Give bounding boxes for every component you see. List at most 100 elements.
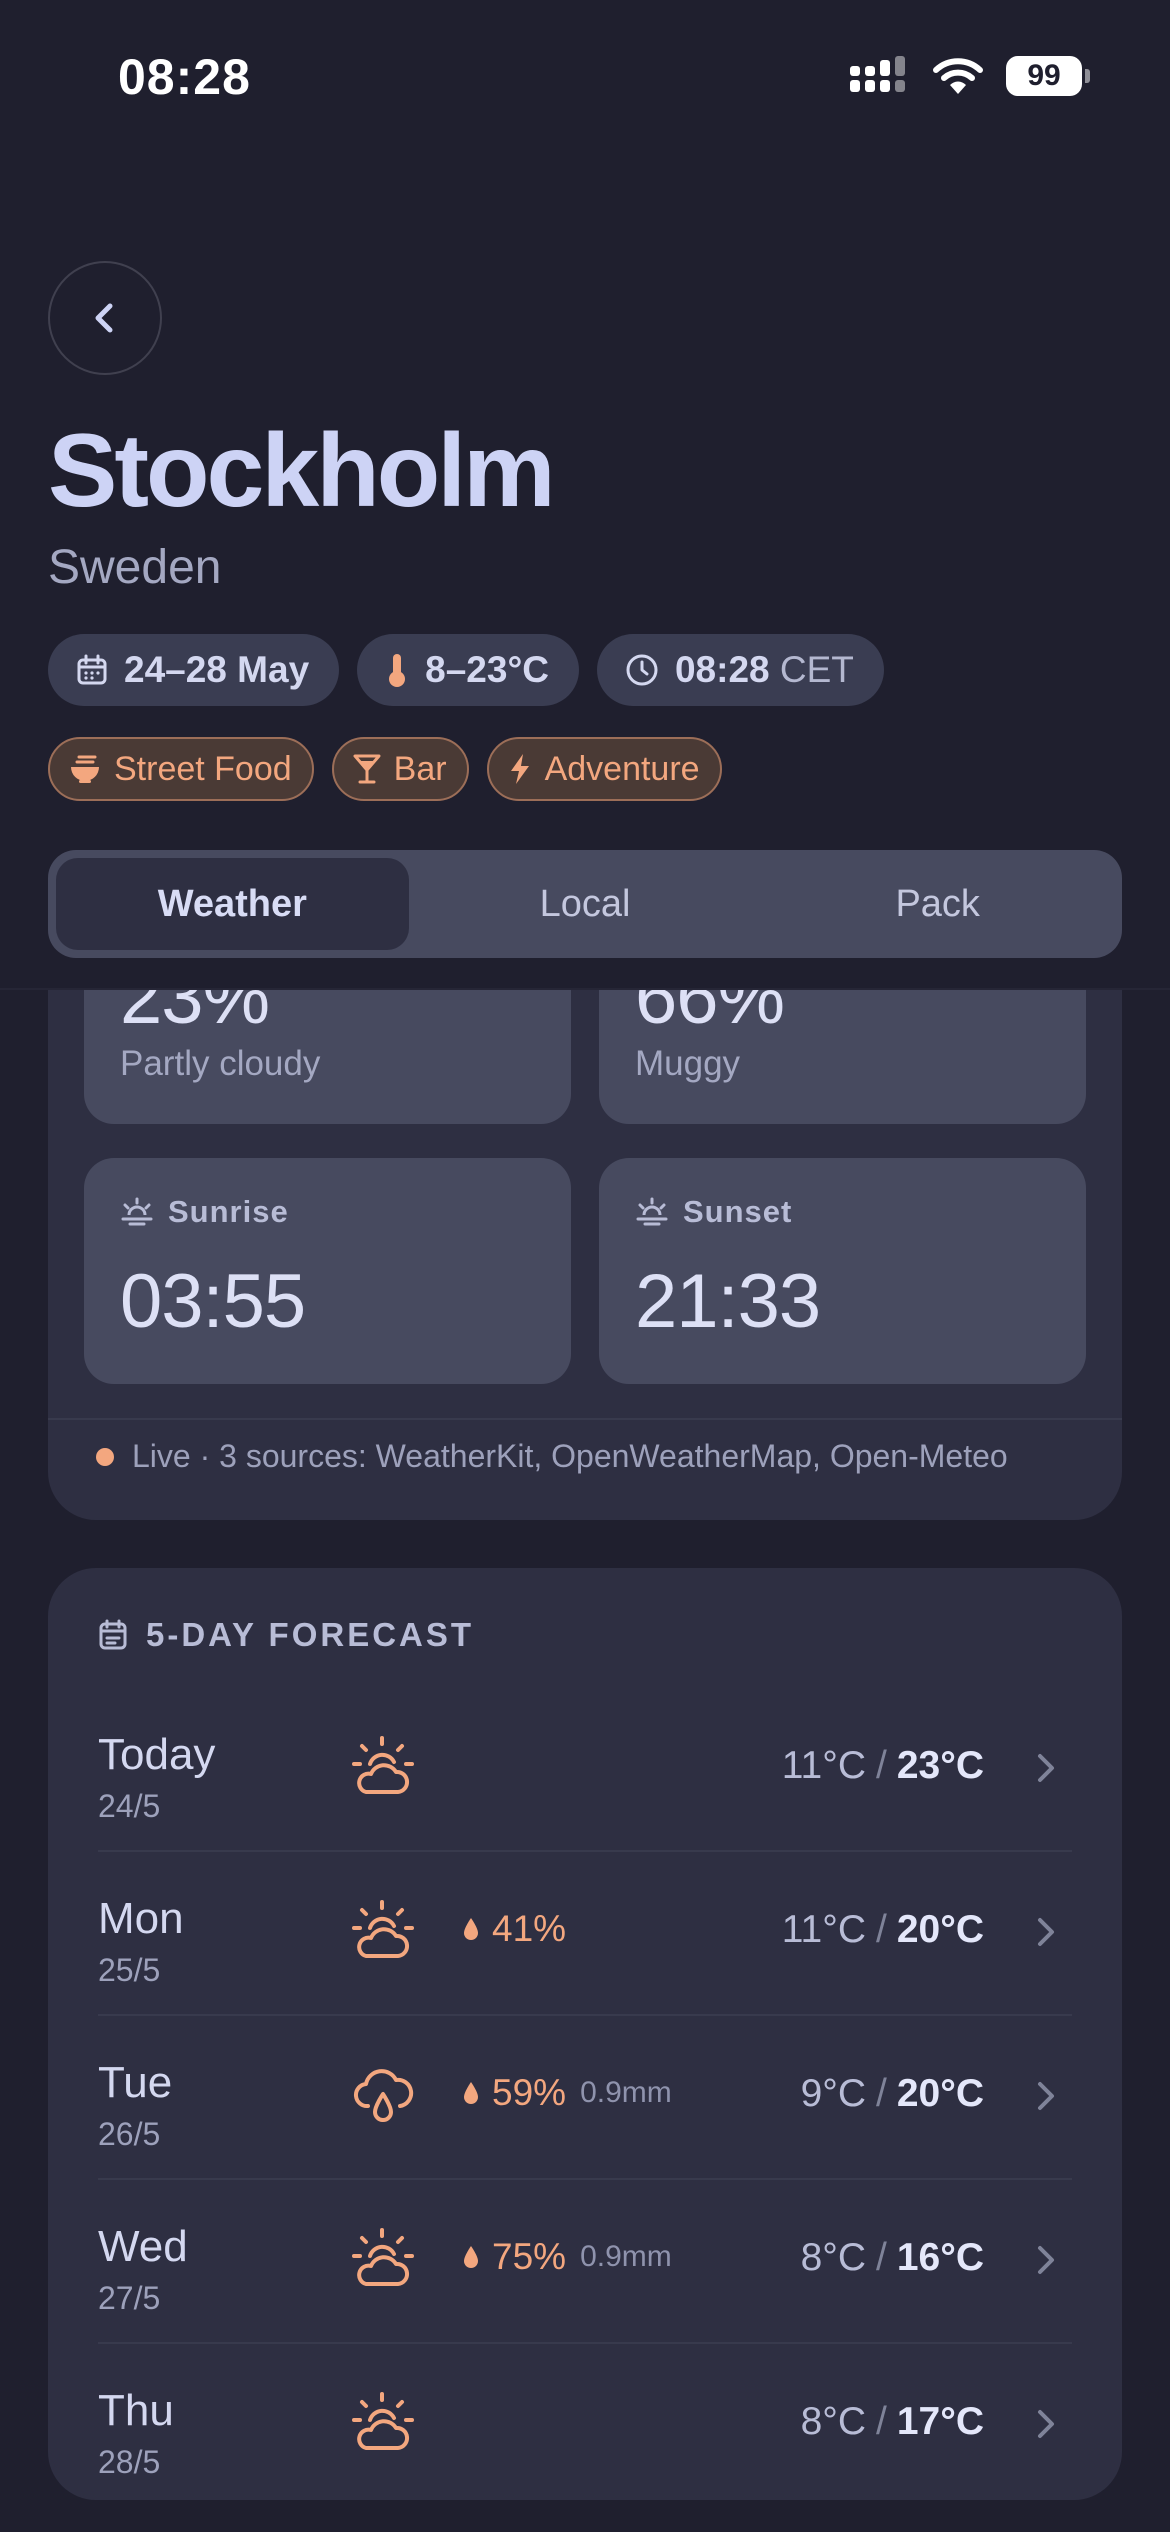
date-range-chip: 24–28 May <box>48 634 340 706</box>
forecast-row-thu[interactable]: Thu 28/5 8°C/17°C <box>98 2342 1072 2506</box>
forecast-card: 5-DAY FORECAST Today 24/5 11°C/23°C Mon … <box>48 1568 1122 2500</box>
tag-label: Street Food <box>114 749 292 788</box>
forecast-temps: 8°C/17°C <box>800 2400 984 2443</box>
rain-cloud-icon <box>353 2069 414 2122</box>
forecast-low: 9°C <box>800 2072 867 2115</box>
forecast-row-wed[interactable]: Wed 27/5 75% 0.9mm 8°C/16°C <box>98 2178 1072 2342</box>
partly-cloudy-icon <box>352 2228 414 2286</box>
forecast-date: 24/5 <box>98 1788 161 1824</box>
live-sources-text: Live · 3 sources: WeatherKit, OpenWeathe… <box>132 1438 1008 1474</box>
chevron-right-icon <box>1038 1918 1054 1946</box>
battery-level: 99 <box>1006 56 1082 96</box>
forecast-date: 26/5 <box>98 2116 161 2152</box>
tile-cloud-cover: 23% Partly cloudy <box>84 990 571 1124</box>
page-title: Stockholm <box>48 413 556 529</box>
chevron-right-icon <box>1038 1754 1054 1782</box>
partly-cloudy-icon <box>352 2392 414 2450</box>
live-indicator-dot <box>96 1447 114 1466</box>
raindrop-icon <box>464 2082 478 2104</box>
cloud-cover-value: 23% <box>120 990 270 1040</box>
forecast-row-mon[interactable]: Mon 25/5 41% 11°C/20°C <box>98 1850 1072 2014</box>
forecast-row-today[interactable]: Today 24/5 11°C/23°C <box>98 1686 1072 1850</box>
forecast-precip: 41% <box>462 1908 566 1950</box>
live-sources-row: Live · 3 sources: WeatherKit, OpenWeathe… <box>96 1438 1008 1475</box>
precip-chance: 59% <box>492 2072 567 2113</box>
forecast-title: 5-DAY FORECAST <box>146 1616 475 1653</box>
forecast-day: Today <box>98 1730 216 1779</box>
forecast-high: 20°C <box>896 2072 984 2115</box>
forecast-high: 16°C <box>896 2236 984 2279</box>
sunrise-icon <box>121 1197 153 1226</box>
forecast-high: 20°C <box>896 1908 984 1951</box>
back-button[interactable] <box>48 261 162 375</box>
tag-bar[interactable]: Bar <box>331 737 469 801</box>
date-range-value: 24–28 May <box>124 649 310 690</box>
forecast-precip: 75% 0.9mm <box>462 2236 672 2278</box>
status-icons: 99 <box>850 56 1090 96</box>
forecast-low: 8°C <box>800 2400 867 2443</box>
tag-label: Adventure <box>544 749 700 788</box>
timezone-label: CET <box>779 649 854 690</box>
weather-details-card: 23% Partly cloudy 66% Muggy Sunrise 03:5… <box>48 990 1122 1520</box>
info-chip-row: 24–28 May 8–23°C 08:28 CET <box>48 634 884 706</box>
temperature-range-chip: 8–23°C <box>357 634 579 706</box>
forecast-header: 5-DAY FORECAST <box>98 1616 474 1654</box>
cellular-signal-icon <box>850 56 905 92</box>
forecast-day: Mon <box>98 1894 184 1943</box>
tab-pack[interactable]: Pack <box>761 858 1114 950</box>
sunrise-label-row: Sunrise <box>120 1194 289 1230</box>
forecast-temps: 11°C/20°C <box>781 1908 984 1951</box>
sunset-time: 21:33 <box>635 1259 821 1344</box>
tag-label: Bar <box>393 749 447 788</box>
precip-amount: 0.9mm <box>580 2076 672 2109</box>
humidity-value: 66% <box>635 990 785 1040</box>
tile-sunset: Sunset 21:33 <box>599 1158 1086 1384</box>
status-bar: 08:28 99 <box>0 0 1170 150</box>
section-tabs: Weather Local Pack <box>48 850 1122 958</box>
clock-icon <box>626 654 658 686</box>
calendar-icon <box>99 1619 127 1650</box>
local-time-chip: 08:28 CET <box>596 634 884 706</box>
forecast-day: Wed <box>98 2222 188 2271</box>
sunset-label-row: Sunset <box>635 1194 792 1230</box>
tab-weather[interactable]: Weather <box>56 858 409 950</box>
forecast-date: 25/5 <box>98 1952 161 1988</box>
forecast-high: 23°C <box>896 1744 984 1787</box>
chevron-right-icon <box>1038 2246 1054 2274</box>
forecast-date: 28/5 <box>98 2444 161 2480</box>
tile-sunrise: Sunrise 03:55 <box>84 1158 571 1384</box>
cloud-cover-description: Partly cloudy <box>120 1044 321 1083</box>
chevron-left-icon <box>95 303 113 333</box>
forecast-row-tue[interactable]: Tue 26/5 59% 0.9mm 9°C/20°C <box>98 2014 1072 2178</box>
forecast-date: 27/5 <box>98 2280 161 2316</box>
wifi-icon <box>933 58 983 94</box>
forecast-temps: 8°C/16°C <box>800 2236 984 2279</box>
humidity-description: Muggy <box>635 1044 741 1083</box>
bowl-icon <box>71 755 99 783</box>
tag-street-food[interactable]: Street Food <box>48 737 314 801</box>
tab-local[interactable]: Local <box>409 858 762 950</box>
forecast-low: 8°C <box>800 2236 867 2279</box>
thermometer-icon <box>389 654 406 687</box>
partly-cloudy-icon <box>352 1736 414 1794</box>
tile-humidity: 66% Muggy <box>599 990 1086 1124</box>
precip-chance: 75% <box>492 2236 567 2277</box>
partly-cloudy-icon <box>352 1900 414 1958</box>
card-divider <box>48 1418 1122 1420</box>
cocktail-icon <box>353 754 381 784</box>
temperature-range-value: 8–23°C <box>425 649 549 690</box>
precip-amount: 0.9mm <box>580 2240 672 2273</box>
tag-chip-row: Street Food Bar Adventure <box>48 737 722 801</box>
local-time-value: 08:28 <box>674 649 770 690</box>
sunrise-time: 03:55 <box>120 1259 306 1344</box>
sunrise-label: Sunrise <box>168 1194 289 1229</box>
forecast-low: 11°C <box>781 1744 867 1787</box>
raindrop-icon <box>464 2246 478 2268</box>
tag-adventure[interactable]: Adventure <box>486 737 722 801</box>
chevron-right-icon <box>1038 2082 1054 2110</box>
forecast-day: Thu <box>98 2386 174 2435</box>
sunset-icon <box>636 1197 668 1226</box>
country-subtitle: Sweden <box>48 541 222 594</box>
status-time: 08:28 <box>118 49 251 105</box>
forecast-temps: 9°C/20°C <box>800 2072 984 2115</box>
